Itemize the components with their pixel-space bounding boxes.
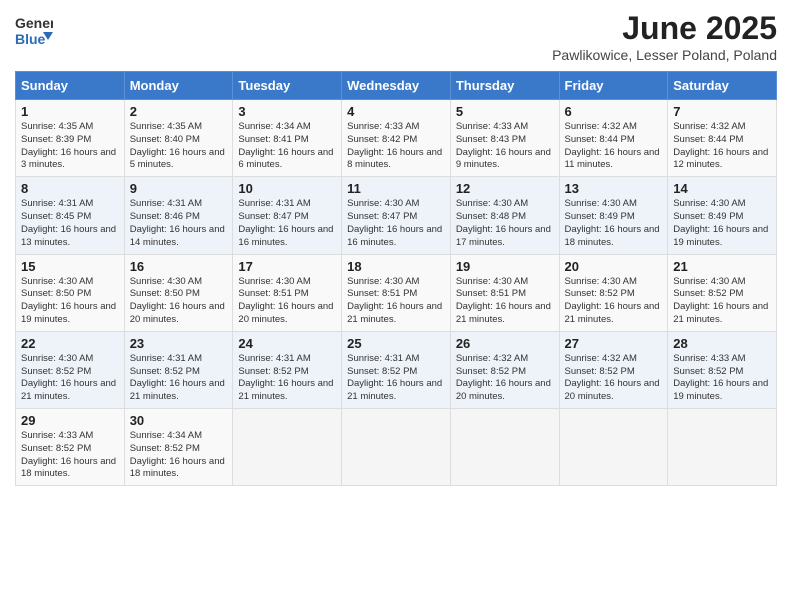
day-26: 26 Sunrise: 4:32 AMSunset: 8:52 PMDaylig… [450,331,559,408]
day-5: 5 Sunrise: 4:33 AMSunset: 8:43 PMDayligh… [450,100,559,177]
day-30: 30 Sunrise: 4:34 AMSunset: 8:52 PMDaylig… [124,409,233,486]
day-19: 19 Sunrise: 4:30 AMSunset: 8:51 PMDaylig… [450,254,559,331]
col-wednesday: Wednesday [342,72,451,100]
empty-cell-4 [559,409,668,486]
page: General Blue June 2025 Pawlikowice, Less… [0,0,792,612]
calendar-table: Sunday Monday Tuesday Wednesday Thursday… [15,71,777,486]
day-27: 27 Sunrise: 4:32 AMSunset: 8:52 PMDaylig… [559,331,668,408]
svg-text:Blue: Blue [15,31,46,47]
empty-cell-2 [342,409,451,486]
col-thursday: Thursday [450,72,559,100]
col-tuesday: Tuesday [233,72,342,100]
col-monday: Monday [124,72,233,100]
day-14: 14 Sunrise: 4:30 AMSunset: 8:49 PMDaylig… [668,177,777,254]
day-23: 23 Sunrise: 4:31 AMSunset: 8:52 PMDaylig… [124,331,233,408]
day-1: 1 Sunrise: 4:35 AMSunset: 8:39 PMDayligh… [16,100,125,177]
day-22: 22 Sunrise: 4:30 AMSunset: 8:52 PMDaylig… [16,331,125,408]
day-16: 16 Sunrise: 4:30 AMSunset: 8:50 PMDaylig… [124,254,233,331]
day-12: 12 Sunrise: 4:30 AMSunset: 8:48 PMDaylig… [450,177,559,254]
day-7: 7 Sunrise: 4:32 AMSunset: 8:44 PMDayligh… [668,100,777,177]
week-row-5: 29 Sunrise: 4:33 AMSunset: 8:52 PMDaylig… [16,409,777,486]
day-2: 2 Sunrise: 4:35 AMSunset: 8:40 PMDayligh… [124,100,233,177]
day-25: 25 Sunrise: 4:31 AMSunset: 8:52 PMDaylig… [342,331,451,408]
empty-cell-1 [233,409,342,486]
header: General Blue June 2025 Pawlikowice, Less… [15,10,777,63]
col-friday: Friday [559,72,668,100]
logo: General Blue [15,10,53,53]
col-saturday: Saturday [668,72,777,100]
day-3: 3 Sunrise: 4:34 AMSunset: 8:41 PMDayligh… [233,100,342,177]
week-row-4: 22 Sunrise: 4:30 AMSunset: 8:52 PMDaylig… [16,331,777,408]
day-21: 21 Sunrise: 4:30 AMSunset: 8:52 PMDaylig… [668,254,777,331]
day-9: 9 Sunrise: 4:31 AMSunset: 8:46 PMDayligh… [124,177,233,254]
week-row-1: 1 Sunrise: 4:35 AMSunset: 8:39 PMDayligh… [16,100,777,177]
day-13: 13 Sunrise: 4:30 AMSunset: 8:49 PMDaylig… [559,177,668,254]
subtitle: Pawlikowice, Lesser Poland, Poland [552,47,777,63]
calendar-header-row: Sunday Monday Tuesday Wednesday Thursday… [16,72,777,100]
empty-cell-5 [668,409,777,486]
day-17: 17 Sunrise: 4:30 AMSunset: 8:51 PMDaylig… [233,254,342,331]
day-20: 20 Sunrise: 4:30 AMSunset: 8:52 PMDaylig… [559,254,668,331]
week-row-3: 15 Sunrise: 4:30 AMSunset: 8:50 PMDaylig… [16,254,777,331]
empty-cell-3 [450,409,559,486]
svg-text:General: General [15,15,53,31]
day-28: 28 Sunrise: 4:33 AMSunset: 8:52 PMDaylig… [668,331,777,408]
day-11: 11 Sunrise: 4:30 AMSunset: 8:47 PMDaylig… [342,177,451,254]
title-section: June 2025 Pawlikowice, Lesser Poland, Po… [552,10,777,63]
col-sunday: Sunday [16,72,125,100]
day-15: 15 Sunrise: 4:30 AMSunset: 8:50 PMDaylig… [16,254,125,331]
day-10: 10 Sunrise: 4:31 AMSunset: 8:47 PMDaylig… [233,177,342,254]
day-8: 8 Sunrise: 4:31 AMSunset: 8:45 PMDayligh… [16,177,125,254]
logo-icon: General Blue [15,10,53,53]
day-6: 6 Sunrise: 4:32 AMSunset: 8:44 PMDayligh… [559,100,668,177]
main-title: June 2025 [552,10,777,47]
day-4: 4 Sunrise: 4:33 AMSunset: 8:42 PMDayligh… [342,100,451,177]
day-18: 18 Sunrise: 4:30 AMSunset: 8:51 PMDaylig… [342,254,451,331]
week-row-2: 8 Sunrise: 4:31 AMSunset: 8:45 PMDayligh… [16,177,777,254]
day-29: 29 Sunrise: 4:33 AMSunset: 8:52 PMDaylig… [16,409,125,486]
day-24: 24 Sunrise: 4:31 AMSunset: 8:52 PMDaylig… [233,331,342,408]
